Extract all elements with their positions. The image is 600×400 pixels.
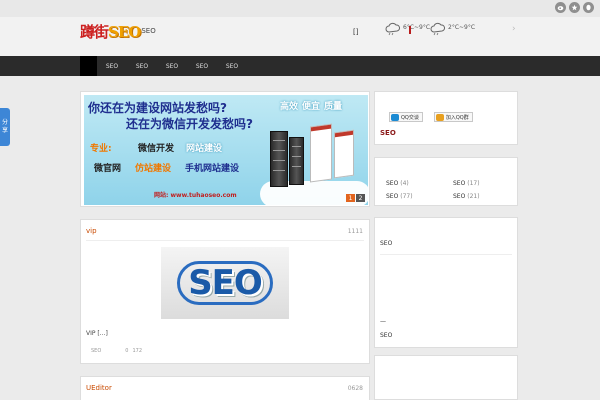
post-thumbnail[interactable]: SEO [161, 247, 289, 319]
weather-tomorrow-temp: 2°C~9°C [448, 24, 476, 31]
site-header: 蹲街 SEO SEO [] 6°C~9°C 2°C~9°C › [0, 17, 600, 56]
banner-service: 手机网站建设 [185, 164, 240, 174]
banner-tag: 质量 [324, 102, 343, 112]
post-title[interactable]: vip [86, 227, 97, 235]
weather-today-temp: 6°C~9°C [403, 24, 431, 31]
qq-buttons: QQ交谈 加入QQ群 [389, 112, 473, 122]
slider-page-1[interactable]: 1 [346, 194, 355, 202]
category-count: (17) [467, 180, 480, 187]
nav-item-1[interactable]: SEO [97, 56, 127, 76]
social-icons [555, 2, 600, 13]
logo-suffix: SEO [141, 26, 156, 35]
qq-chat-icon [391, 113, 399, 121]
divider [86, 240, 364, 241]
banner-url: 网站: www.tuhaoseo.com [154, 192, 237, 199]
nav-home[interactable] [80, 56, 97, 76]
category-count: (21) [467, 193, 480, 200]
banner-professional: 专业: [90, 144, 112, 154]
qq-group-label: 加入QQ群 [445, 114, 469, 121]
temperature-bar [409, 26, 411, 34]
top-strip [0, 0, 600, 17]
banner-service-row-2: 微官网 仿站建设 手机网站建设 [94, 161, 239, 174]
post-date: 1111 [347, 228, 363, 235]
category-item[interactable]: SEO (17) [453, 180, 506, 187]
category-item[interactable]: SEO (21) [453, 193, 506, 200]
qq-icon[interactable] [583, 2, 594, 13]
widget-title: SEO [380, 129, 396, 137]
share-label: 享 [1, 127, 8, 134]
banner-slider: 你还在为建设网站发愁吗? 还在为微信开发发愁吗? 高效 便宜 质量 专业: 微信… [80, 91, 370, 207]
category-list: SEO (4) SEO (17) SEO (77) SEO (21) [386, 180, 506, 200]
main-nav: SEO SEO SEO SEO SEO [0, 56, 600, 76]
banner-service: 微官网 [94, 164, 122, 174]
cloud-rain-icon [430, 22, 446, 36]
banner-service: 仿站建设 [135, 164, 172, 174]
cloud-icon [385, 22, 401, 36]
post-card: vip 1111 SEO VIP [...] SEO 0 172 [80, 219, 370, 364]
weibo-icon[interactable] [555, 2, 566, 13]
list-dash: — [380, 318, 386, 325]
post-date: 0628 [347, 385, 363, 392]
category-name: SEO [386, 180, 399, 187]
server-graphic [289, 137, 304, 185]
divider [380, 254, 512, 255]
category-count: (77) [400, 193, 413, 200]
category-item[interactable]: SEO (4) [386, 180, 453, 187]
qq-chat-button[interactable]: QQ交谈 [389, 112, 423, 122]
post-meta: SEO 0 172 [86, 348, 142, 354]
category-count: (4) [400, 180, 409, 187]
banner-headline-2: 还在为微信开发发愁吗? [126, 117, 253, 131]
logo-chinese: 蹲街 [80, 23, 109, 41]
qzone-icon[interactable] [569, 2, 580, 13]
nav-item-4[interactable]: SEO [187, 56, 217, 76]
post-category[interactable]: SEO [91, 348, 101, 354]
server-graphic [270, 131, 288, 187]
post-comments[interactable]: 0 [125, 348, 128, 354]
banner-tag: 便宜 [302, 102, 321, 112]
category-widget: SEO (4) SEO (17) SEO (77) SEO (21) [374, 157, 518, 206]
contact-widget: QQ交谈 加入QQ群 SEO [374, 91, 518, 145]
slider-page-2[interactable]: 2 [356, 194, 365, 202]
banner-tag: 高效 [280, 102, 299, 112]
site-logo[interactable]: 蹲街 SEO SEO [80, 21, 156, 42]
list-widget: SEO — SEO [374, 217, 518, 348]
share-tab[interactable]: 分 享 [0, 108, 10, 146]
qq-group-button[interactable]: 加入QQ群 [433, 112, 473, 122]
slider-pager: 1 2 [346, 194, 365, 202]
thumbnail-text: SEO [188, 263, 263, 303]
post-card: UEditor 0628 [80, 376, 370, 400]
category-name: SEO [453, 193, 466, 200]
nav-items: SEO SEO SEO SEO SEO [97, 56, 247, 76]
weather-next-icon[interactable]: › [512, 24, 516, 34]
post-title[interactable]: UEditor [86, 384, 112, 392]
nav-item-2[interactable]: SEO [127, 56, 157, 76]
category-item[interactable]: SEO (77) [386, 193, 453, 200]
weather-tomorrow: 2°C~9°C [430, 22, 475, 36]
weather-today: 6°C~9°C [385, 22, 430, 36]
category-name: SEO [386, 193, 399, 200]
website-screen-graphic [310, 123, 332, 183]
banner-service: 微信开发 [138, 144, 175, 154]
share-label: 分 [1, 119, 8, 126]
category-name: SEO [453, 180, 466, 187]
banner-service: 网站建设 [186, 144, 223, 154]
qq-group-icon [435, 113, 444, 121]
banner-image[interactable]: 你还在为建设网站发愁吗? 还在为微信开发发愁吗? 高效 便宜 质量 专业: 微信… [84, 95, 368, 205]
list-item[interactable]: SEO [380, 240, 392, 247]
sidebar-widget [374, 355, 518, 400]
header-bracket: [] [353, 28, 359, 36]
banner-service-row-1: 微信开发 网站建设 [138, 141, 222, 154]
nav-item-3[interactable]: SEO [157, 56, 187, 76]
post-views: 172 [132, 348, 143, 354]
banner-headline-1: 你还在为建设网站发愁吗? [88, 101, 227, 115]
banner-tags: 高效 便宜 质量 [280, 99, 342, 112]
qq-chat-label: QQ交谈 [401, 114, 419, 121]
list-item[interactable]: SEO [380, 332, 392, 339]
website-screen-graphic [334, 129, 354, 179]
nav-item-5[interactable]: SEO [217, 56, 247, 76]
post-excerpt: VIP [...] [86, 330, 108, 337]
logo-seo: SEO [108, 22, 141, 41]
